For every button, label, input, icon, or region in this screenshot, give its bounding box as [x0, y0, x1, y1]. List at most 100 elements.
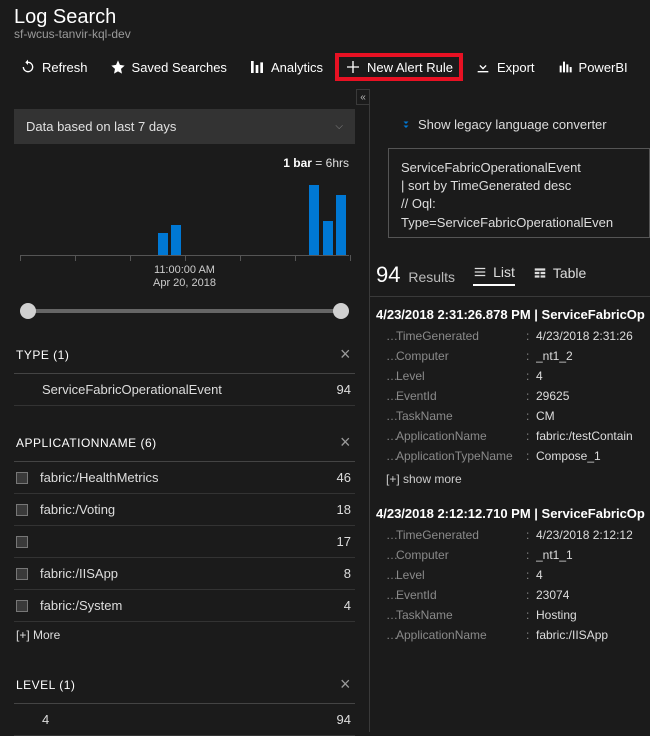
histogram-bar[interactable]	[171, 225, 181, 255]
property-value: 4	[536, 369, 543, 383]
facet-appname-row[interactable]: fabric:/System4	[14, 590, 355, 622]
histogram-bar[interactable]	[309, 185, 319, 255]
facet-type-title: TYPE (1)	[16, 348, 69, 362]
slider-thumb-start[interactable]	[20, 303, 36, 319]
ellipsis-icon[interactable]: …	[376, 628, 396, 642]
facet-level-row[interactable]: 4 94	[14, 704, 355, 736]
bar-legend: 1 bar = 6hrs	[0, 150, 369, 172]
ellipsis-icon[interactable]: …	[376, 588, 396, 602]
query-line: ServiceFabricOperationalEvent	[401, 159, 637, 177]
ellipsis-icon[interactable]: …	[376, 568, 396, 582]
property-name: Level	[396, 369, 526, 383]
colon: :	[526, 568, 536, 582]
facet-appname-row[interactable]: fabric:/HealthMetrics46	[14, 462, 355, 494]
refresh-icon	[20, 59, 36, 75]
colon: :	[526, 349, 536, 363]
facet-level-row-label: 4	[16, 712, 337, 727]
ellipsis-icon[interactable]: …	[376, 608, 396, 622]
query-line: | sort by TimeGenerated desc	[401, 177, 637, 195]
property-value: 4	[536, 568, 543, 582]
property-value: Compose_1	[536, 449, 601, 463]
analytics-icon	[249, 59, 265, 75]
colon: :	[526, 628, 536, 642]
view-table-button[interactable]: Table	[533, 265, 586, 285]
chart-x-label: 11:00:00 AM Apr 20, 2018	[0, 264, 369, 290]
view-list-button[interactable]: List	[473, 264, 515, 286]
histogram-bar[interactable]	[158, 233, 168, 255]
facet-level-close-icon[interactable]: ×	[340, 674, 351, 695]
facet-appname-row[interactable]: 17	[14, 526, 355, 558]
time-slider[interactable]	[20, 304, 349, 318]
property-row: …ApplicationName:fabric:/IISApp	[376, 625, 650, 645]
ellipsis-icon[interactable]: …	[376, 409, 396, 423]
property-row: …EventId:29625	[376, 386, 650, 406]
property-row: …EventId:23074	[376, 585, 650, 605]
facet-row-label: fabric:/Voting	[40, 502, 337, 517]
histogram-bar[interactable]	[323, 221, 333, 255]
show-more-link[interactable]: [+] show more	[376, 466, 650, 490]
ellipsis-icon[interactable]: …	[376, 548, 396, 562]
facet-appname-close-icon[interactable]: ×	[340, 432, 351, 453]
property-name: Level	[396, 568, 526, 582]
ellipsis-icon[interactable]: …	[376, 528, 396, 542]
facet-appname-row[interactable]: fabric:/IISApp8	[14, 558, 355, 590]
checkbox[interactable]	[16, 600, 28, 612]
property-row: …Computer:_nt1_1	[376, 545, 650, 565]
powerbi-button[interactable]: PowerBI	[547, 53, 638, 81]
property-value: 23074	[536, 588, 569, 602]
analytics-label: Analytics	[271, 60, 323, 75]
ellipsis-icon[interactable]: …	[376, 429, 396, 443]
property-value: _nt1_1	[536, 548, 573, 562]
time-range-label: Data based on last 7 days	[26, 119, 176, 134]
ellipsis-icon[interactable]: …	[376, 369, 396, 383]
ellipsis-icon[interactable]: …	[376, 449, 396, 463]
property-row: …TimeGenerated:4/23/2018 2:12:12	[376, 525, 650, 545]
new-alert-rule-label: New Alert Rule	[367, 60, 453, 75]
histogram-chart[interactable]	[20, 176, 349, 256]
facet-appname-row[interactable]: fabric:/Voting18	[14, 494, 355, 526]
new-alert-rule-button[interactable]: New Alert Rule	[335, 53, 463, 81]
facet-type-close-icon[interactable]: ×	[340, 344, 351, 365]
property-row: …TaskName:Hosting	[376, 605, 650, 625]
results-count: 94 Results	[376, 262, 455, 288]
colon: :	[526, 369, 536, 383]
checkbox[interactable]	[16, 504, 28, 516]
property-row: …Level:4	[376, 565, 650, 585]
ellipsis-icon[interactable]: …	[376, 349, 396, 363]
colon: :	[526, 528, 536, 542]
facet-appname-title: APPLICATIONNAME (6)	[16, 436, 157, 450]
facet-type-row[interactable]: ServiceFabricOperationalEvent 94	[14, 374, 355, 406]
powerbi-icon	[557, 59, 573, 75]
time-range-selector[interactable]: Data based on last 7 days ⌵	[14, 109, 355, 144]
export-label: Export	[497, 60, 535, 75]
checkbox[interactable]	[16, 536, 28, 548]
property-row: …ApplicationTypeName:Compose_1	[376, 446, 650, 466]
colon: :	[526, 389, 536, 403]
property-name: ApplicationName	[396, 628, 526, 642]
saved-searches-button[interactable]: Saved Searches	[100, 53, 237, 81]
facet-row-count: 46	[337, 470, 351, 485]
facet-row-label: fabric:/IISApp	[40, 566, 344, 581]
slider-thumb-end[interactable]	[333, 303, 349, 319]
histogram-bar[interactable]	[336, 195, 346, 255]
checkbox[interactable]	[16, 568, 28, 580]
facet-appname-more[interactable]: [+] More	[14, 622, 355, 648]
result-record: 4/23/2018 2:31:26.878 PM | ServiceFabric…	[370, 297, 650, 496]
property-value: 4/23/2018 2:31:26	[536, 329, 633, 343]
checkbox[interactable]	[16, 472, 28, 484]
ellipsis-icon[interactable]: …	[376, 329, 396, 343]
record-header[interactable]: 4/23/2018 2:12:12.710 PM | ServiceFabric…	[376, 506, 650, 525]
show-legacy-converter-link[interactable]: Show legacy language converter	[370, 89, 650, 148]
query-editor[interactable]: ServiceFabricOperationalEvent | sort by …	[388, 148, 650, 238]
record-header[interactable]: 4/23/2018 2:31:26.878 PM | ServiceFabric…	[376, 307, 650, 326]
refresh-button[interactable]: Refresh	[10, 53, 98, 81]
ellipsis-icon[interactable]: …	[376, 389, 396, 403]
export-button[interactable]: Export	[465, 53, 545, 81]
facet-row-label: fabric:/System	[40, 598, 344, 613]
collapse-left-pane-button[interactable]: «	[356, 89, 370, 105]
property-row: …ApplicationName:fabric:/testContain	[376, 426, 650, 446]
chevron-down-icon: ⌵	[335, 121, 343, 132]
analytics-button[interactable]: Analytics	[239, 53, 333, 81]
property-name: TaskName	[396, 608, 526, 622]
powerbi-label: PowerBI	[579, 60, 628, 75]
